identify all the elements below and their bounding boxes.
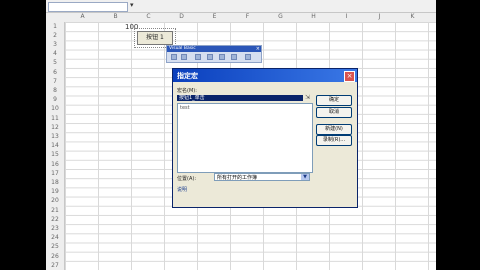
chevron-down-icon[interactable]: ▼ [301,174,309,180]
excel-window: ▾ A B C D E F G H I J K 1 2 3 4 5 6 7 8 … [46,0,436,270]
control-toolbox-icon[interactable] [219,54,225,60]
list-item[interactable]: test [180,105,190,111]
row-header[interactable]: 25 [46,243,64,250]
row-header[interactable]: 14 [46,142,64,149]
row-header[interactable]: 11 [46,115,64,122]
toolbar-close-icon[interactable]: × [256,46,260,52]
description-label: 说明 [177,187,188,193]
macro-list[interactable]: test [177,103,313,173]
dialog-title-bar[interactable]: 指定宏 × [173,69,357,82]
row-header[interactable]: 5 [46,59,64,66]
ok-button[interactable]: 确定 [316,95,352,106]
row-header[interactable]: 23 [46,225,64,232]
column-header[interactable]: G [264,13,297,20]
column-header[interactable]: A [66,13,99,20]
row-header[interactable]: 15 [46,151,64,158]
column-header[interactable]: D [165,13,198,20]
row-header[interactable]: 13 [46,133,64,140]
new-button[interactable]: 新建(N) [316,124,352,135]
location-label: 位置(A): [177,176,197,182]
row-header[interactable]: 2 [46,32,64,39]
form-button-1[interactable]: 按钮 1 [134,28,176,48]
design-mode-icon[interactable] [231,54,237,60]
row-header[interactable]: 10 [46,105,64,112]
formula-bar: ▾ [46,0,436,13]
row-header[interactable]: 21 [46,207,64,214]
row-header[interactable]: 22 [46,216,64,223]
dialog-title: 指定宏 [177,72,198,80]
row-header[interactable]: 27 [46,262,64,269]
column-header[interactable]: E [198,13,231,20]
row-header[interactable]: 3 [46,41,64,48]
cancel-button[interactable]: 取消 [316,107,352,118]
vb-editor-icon[interactable] [207,54,213,60]
cell-a1-value[interactable]: 100 [125,23,138,31]
toolbar-title[interactable]: Visual Basic [167,46,261,52]
column-header[interactable]: C [132,13,165,20]
row-header[interactable]: 26 [46,253,64,260]
row-header[interactable]: 12 [46,124,64,131]
macro-name-input[interactable]: 按钮1_单击 [177,95,303,101]
row-header[interactable]: 9 [46,96,64,103]
toolbar-options-icon[interactable] [245,54,251,60]
record-button[interactable]: 录制(R)... [316,135,352,146]
row-header[interactable]: 8 [46,87,64,94]
column-header[interactable]: K [396,13,429,20]
row-header[interactable]: 20 [46,197,64,204]
row-header[interactable]: 7 [46,78,64,85]
location-value: 所有打开的工作簿 [217,175,258,181]
row-header[interactable]: 6 [46,69,64,76]
row-header[interactable]: 17 [46,170,64,177]
collapse-dialog-icon[interactable]: ⇲ [305,95,311,101]
dialog-close-icon[interactable]: × [344,71,355,82]
visual-basic-toolbar: Visual Basic × [166,45,262,63]
record-macro-icon[interactable] [181,54,187,60]
macro-name-label: 宏名(M): [177,88,197,94]
row-header[interactable]: 24 [46,234,64,241]
column-header[interactable]: I [330,13,363,20]
row-header[interactable]: 16 [46,161,64,168]
row-header[interactable]: 18 [46,179,64,186]
row-header[interactable]: 19 [46,188,64,195]
location-select[interactable]: 所有打开的工作簿 ▼ [214,173,310,181]
row-header[interactable]: 1 [46,23,64,30]
column-header[interactable]: B [99,13,132,20]
column-header[interactable]: J [363,13,396,20]
run-macro-icon[interactable] [171,54,177,60]
assign-macro-dialog: 指定宏 × 宏名(M): 按钮1_单击 ⇲ test 确定 取消 新建(N) 录… [172,68,358,208]
column-header[interactable]: F [231,13,264,20]
row-header[interactable]: 4 [46,50,64,57]
row-header-bar: 1 2 3 4 5 6 7 8 9 10 11 12 13 14 15 16 1… [46,22,65,270]
namebox-dropdown-icon[interactable]: ▾ [130,1,134,9]
column-header[interactable]: H [297,13,330,20]
security-icon[interactable] [195,54,201,60]
name-box[interactable] [48,2,128,12]
